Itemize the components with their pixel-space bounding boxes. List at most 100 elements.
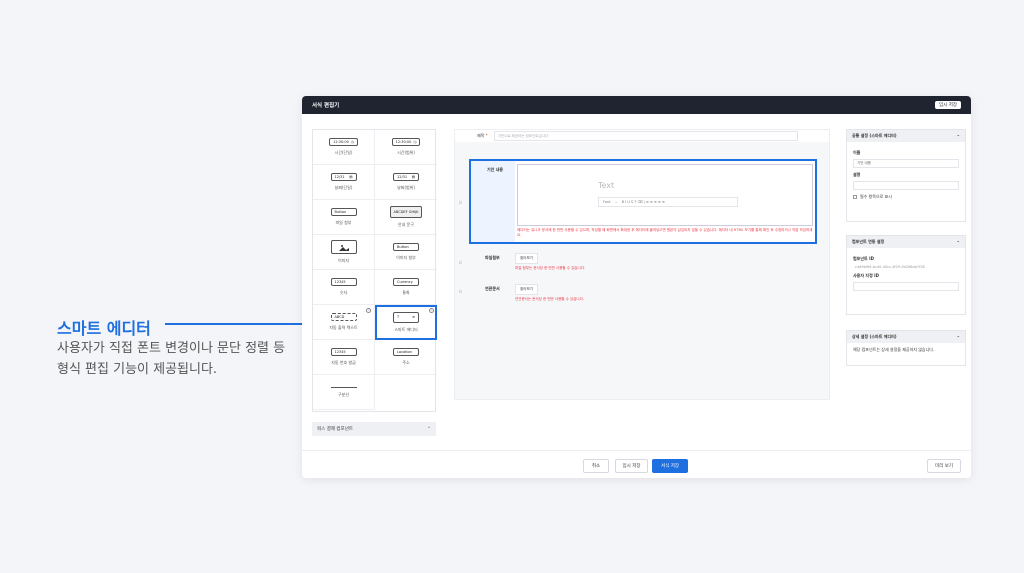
- browse-button[interactable]: 찾아보기: [515, 253, 538, 264]
- palette-item-date-range[interactable]: 12/31 ▤ 날짜(범위): [375, 165, 437, 200]
- palette-chip: 12345: [330, 348, 357, 356]
- drag-handle-icon[interactable]: ⠿: [459, 200, 462, 205]
- palette-label: 이미지: [337, 258, 350, 263]
- row-note: 파일 첨부는 문서당 한 번만 사용할 수 있습니다.: [515, 266, 586, 270]
- related-doc-row: 연관문서 찾아보기 연관문서는 문서당 한 번만 사용할 수 있습니다.: [469, 282, 817, 316]
- custom-id-label: 사용자 지정 ID: [853, 273, 879, 278]
- row-label: 연관문서: [485, 286, 500, 291]
- chevron-down-icon: ⌄: [614, 200, 618, 204]
- palette-label: 구분선: [337, 391, 350, 397]
- editor-placeholder: Text: [598, 181, 615, 190]
- font-select[interactable]: Font: [603, 200, 611, 204]
- file-attach-row: 파일첨부 찾아보기 파일 첨부는 문서당 한 번만 사용할 수 있습니다.: [469, 251, 817, 285]
- chevron-up-icon: ⌃: [427, 426, 431, 432]
- titlebar: 서식 편집기 임시 저장: [302, 96, 971, 114]
- palette-item-divider[interactable]: 구분선: [313, 375, 375, 410]
- clock-icon: ◷: [350, 140, 354, 144]
- section-title: 워스 결제 컴포넌트: [317, 427, 353, 432]
- editor-note: 에디터는 유니크 문서에 한 번만 사용할 수 있으며, 작성할 때 화면에서 …: [517, 228, 813, 237]
- calendar-icon: ▤: [411, 175, 415, 179]
- palette-chip: 12:30:00 ◷: [391, 138, 421, 146]
- palette-label: 자동 출력 텍스트: [329, 325, 358, 330]
- palette-label: 자동 번호 발급: [331, 360, 356, 365]
- palette-item-image[interactable]: 이미지: [313, 235, 375, 270]
- title-label: 제목 *: [477, 133, 488, 138]
- palette-chip: 12:30:00 ◷: [329, 138, 358, 146]
- palette-label: 파일 첨부: [335, 220, 352, 225]
- form-editor-window: 서식 편집기 임시 저장 12:30:00 ◷ 시간(단일) 12:30:00 ◷ …: [302, 96, 971, 478]
- palette-label: 시간(범위): [397, 150, 415, 155]
- info-icon[interactable]: i: [366, 308, 371, 313]
- browse-button[interactable]: 찾아보기: [515, 284, 538, 295]
- info-icon[interactable]: i: [429, 308, 434, 313]
- text-lines-icon: ≡: [412, 315, 415, 319]
- editor-label: 기안 내용: [471, 161, 515, 242]
- palette-item-smart-editor[interactable]: i T ≡ 스마트 에디터: [375, 305, 437, 340]
- temp-save-button[interactable]: 임시 저장: [615, 459, 648, 473]
- palette-chip: 12/31 ▤: [330, 173, 357, 181]
- palette-chip: 12345: [330, 278, 357, 286]
- editor-toolbar[interactable]: Font ⌄ B I U S T ⌫ | ≡ ≡ ≡ ≡ ≡: [598, 197, 738, 207]
- custom-id-input[interactable]: [853, 282, 959, 291]
- title-input[interactable]: 기안으로 제공되는 컴포넌트입니다: [493, 131, 798, 141]
- palette-chip: ABCDEF GHIJK: [389, 206, 423, 218]
- calendar-icon: ▤: [349, 175, 353, 179]
- cancel-button[interactable]: 취소: [583, 459, 609, 473]
- palette-label: 시간(단일): [334, 150, 353, 155]
- drag-handle-icon[interactable]: ⠿: [459, 260, 462, 265]
- row-note: 연관문서는 문서당 한 번만 사용할 수 있습니다.: [515, 297, 584, 301]
- smart-editor-block[interactable]: 기안 내용 Text Font ⌄ B I U S T ⌫ | ≡ ≡ ≡ ≡ …: [469, 159, 817, 244]
- palette-item-image-attach[interactable]: Button 이미지 첨부: [375, 235, 437, 270]
- image-icon: [330, 240, 357, 254]
- drag-handle-icon[interactable]: ⠿: [459, 289, 462, 294]
- required-checkbox[interactable]: 필수 항목으로 표시: [853, 194, 959, 200]
- palette-item-file-attach[interactable]: Button 파일 첨부: [313, 200, 375, 235]
- preview-button[interactable]: 미리 보기: [927, 459, 961, 473]
- palette-item-date-single[interactable]: 12/31 ▤ 날짜(단일): [313, 165, 375, 200]
- palette-chip: T ≡: [393, 311, 419, 323]
- description-input[interactable]: [853, 181, 959, 190]
- palette-label: 이미지 첨부: [396, 255, 416, 260]
- form-canvas: 제목 * 기안으로 제공되는 컴포넌트입니다 ⠿ 기안 내용 Text Font…: [454, 129, 830, 400]
- row-label: 파일첨부: [485, 255, 500, 260]
- component-id-value: c4d9b9f4-bc40-40cc-4f29-9d298ab7f28: [855, 265, 925, 269]
- palette-item-guide-text[interactable]: ABCDEF GHIJK 안내 문구: [375, 200, 437, 235]
- palette-item-auto-number[interactable]: 12345 자동 번호 발급: [313, 340, 375, 375]
- component-palette: 12:30:00 ◷ 시간(단일) 12:30:00 ◷ 시간(범위) 12/31 ▤…: [312, 129, 437, 412]
- palette-label: 스마트 에디터: [394, 326, 418, 332]
- palette-chip: Currency: [393, 278, 419, 286]
- palette-item-address[interactable]: Location 주소: [375, 340, 437, 375]
- palette-item-auto-text[interactable]: i ABCD 자동 출력 텍스트: [313, 305, 375, 340]
- palette-chip: Location: [393, 348, 419, 356]
- palette-item-number[interactable]: 12345 숫자: [313, 270, 375, 305]
- panel-header[interactable]: 공통 설정 (스마트 에디터) ⌃: [847, 130, 965, 142]
- palette-label: 날짜(단일): [334, 185, 353, 190]
- clock-icon: ◷: [413, 140, 417, 144]
- palette-item-time-range[interactable]: 12:30:00 ◷ 시간(범위): [375, 130, 437, 165]
- footer-bar: 취소 임시 저장 서식 저장 미리 보기: [302, 450, 971, 478]
- panel-header[interactable]: 상세 설정 (스마트 에디터) ⌃: [847, 331, 965, 343]
- format-buttons[interactable]: B I U S T ⌫ | ≡ ≡ ≡ ≡ ≡: [622, 200, 665, 204]
- palette-item-time-single[interactable]: 12:30:00 ◷ 시간(단일): [313, 130, 375, 165]
- palette-chip: ABCD: [330, 313, 357, 321]
- detail-text: 해당 컴포넌트는 상세 설정을 제공하지 않습니다.: [853, 347, 935, 352]
- divider-icon: [330, 386, 357, 388]
- detail-settings-panel: 상세 설정 (스마트 에디터) ⌃ 해당 컴포넌트는 상세 설정을 제공하지 않…: [846, 330, 966, 366]
- save-form-button[interactable]: 서식 저장: [652, 459, 688, 473]
- panel-header[interactable]: 컴포넌트 연동 설정 ⌃: [847, 236, 965, 248]
- palette-section-toggle[interactable]: 워스 결제 컴포넌트 ⌃: [312, 422, 436, 436]
- description-label: 설명: [853, 172, 861, 177]
- callout-description: 사용자가 직접 폰트 변경이나 문단 정렬 등 형식 편집 기능이 제공됩니다.: [57, 341, 286, 377]
- chevron-up-icon: ⌃: [956, 334, 960, 340]
- checkbox-icon: [853, 195, 857, 199]
- name-input[interactable]: 기안 내용: [853, 159, 959, 168]
- palette-label: 숫자: [339, 290, 348, 295]
- palette-item-currency[interactable]: Currency 통화: [375, 270, 437, 305]
- header-temp-save-button[interactable]: 임시 저장: [935, 101, 961, 109]
- chevron-up-icon: ⌃: [956, 133, 960, 139]
- common-settings-panel: 공통 설정 (스마트 에디터) ⌃ 이름 기안 내용 설명 필수 항목으로 표시: [846, 129, 966, 222]
- palette-label: 주소: [402, 360, 410, 365]
- editor-area[interactable]: Text Font ⌄ B I U S T ⌫ | ≡ ≡ ≡ ≡ ≡: [517, 164, 813, 226]
- window-title: 서식 편집기: [312, 103, 340, 109]
- component-link-panel: 컴포넌트 연동 설정 ⌃ 컴포넌트 ID c4d9b9f4-bc40-40cc-…: [846, 235, 966, 315]
